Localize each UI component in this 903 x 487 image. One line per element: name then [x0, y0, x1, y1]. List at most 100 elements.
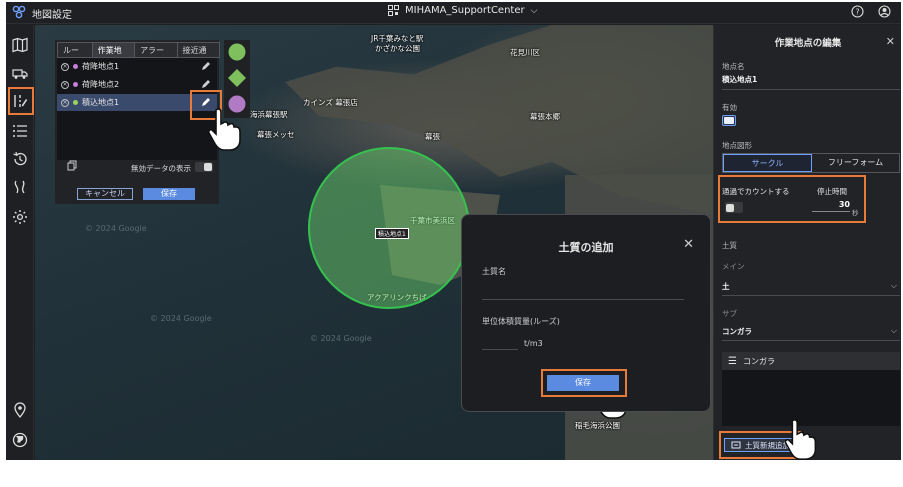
help-icon[interactable]: ? — [851, 5, 864, 18]
tab-work-points[interactable]: 作業地点 — [91, 42, 136, 71]
divider — [722, 89, 900, 90]
hand-pointer-icon — [207, 108, 241, 151]
point-color-dot — [73, 64, 78, 69]
shape-option-circle[interactable]: サークル — [723, 154, 812, 172]
tab-alert[interactable]: アラート — [134, 42, 178, 71]
svg-text:?: ? — [855, 8, 859, 17]
stop-time-unit: 秒 — [852, 209, 859, 217]
cancel-button[interactable]: キャンセル — [77, 188, 133, 200]
work-point-row[interactable]: × 荷降地点1 — [57, 58, 217, 75]
shape-selector: サークル フリーフォーム — [722, 153, 900, 173]
globe-icon[interactable] — [12, 432, 28, 448]
chevron-down-icon: ⌵ — [530, 5, 538, 16]
soil-label: 土質 — [722, 241, 737, 250]
work-point-marker-label[interactable]: 積込地点1 — [375, 228, 409, 239]
point-name-input[interactable]: 積込地点1 — [722, 74, 757, 85]
point-name-label: 地点名 — [722, 62, 745, 71]
enabled-toggle[interactable] — [722, 115, 736, 126]
close-icon[interactable]: ✕ — [683, 237, 694, 252]
location-pin-icon[interactable] — [12, 402, 28, 418]
map-watermark: © 2024 Google — [150, 314, 212, 323]
add-soil-dialog: 土質の追加 ✕ 土質名 単位体積質量(ルーズ) t/m3 保存 — [461, 214, 711, 412]
work-point-name: 荷降地点2 — [82, 80, 120, 89]
app-title: 地図設定 — [32, 10, 72, 21]
route-panel: ルート 作業地点 アラート 接近通知 × 荷降地点1 × 荷降地点2 × 積込地… — [55, 40, 220, 204]
copy-icon[interactable] — [67, 160, 77, 171]
density-input[interactable] — [482, 349, 518, 350]
app-logo-icon — [12, 5, 26, 19]
tab-approach-notice[interactable]: 接近通知 — [176, 42, 220, 71]
soil-list-item: コンガラ — [742, 356, 775, 366]
shape-label: 地点図形 — [722, 141, 752, 150]
map-label: 花見川区 — [510, 48, 540, 57]
count-toggle[interactable] — [725, 202, 743, 213]
chevron-down-icon: ⌵ — [890, 281, 897, 290]
history-icon[interactable] — [12, 151, 28, 167]
save-button[interactable]: 保存 — [143, 188, 195, 200]
shape-option-freeform[interactable]: フリーフォーム — [812, 154, 899, 172]
left-nav-rail — [6, 25, 34, 460]
map-label: カインズ 幕張店 — [303, 98, 358, 107]
divider — [722, 295, 900, 296]
sub-soil-label: サブ — [722, 309, 737, 318]
edit-work-point-panel: 作業地点の編集 ✕ 地点名 積込地点1 有効 地点図形 サークル フリーフォーム… — [713, 25, 901, 460]
density-unit: t/m3 — [524, 339, 543, 348]
dialog-save-button[interactable]: 保存 — [547, 375, 619, 391]
stop-time-input[interactable]: 30 — [812, 200, 850, 212]
truck-icon[interactable] — [12, 65, 28, 81]
map-label: 幕張 — [425, 132, 440, 141]
enabled-label: 有効 — [722, 103, 737, 112]
divider — [722, 340, 900, 341]
remove-icon[interactable]: × — [61, 98, 69, 107]
site-name: MIHAMA_SupportCenter — [405, 5, 525, 16]
hand-pointer-icon — [784, 419, 817, 460]
panel-title: 作業地点の編集 — [774, 38, 842, 49]
main-soil-select[interactable]: 土 — [722, 281, 730, 292]
map-label: 幕張本郷 — [530, 112, 560, 121]
account-icon[interactable] — [878, 5, 891, 18]
top-bar: 地図設定 MIHAMA_SupportCenter ⌵ ? — [6, 2, 901, 24]
tab-route[interactable]: ルート — [57, 42, 93, 71]
main-soil-label: メイン — [722, 262, 745, 271]
path-icon[interactable] — [12, 179, 28, 195]
show-invalid-label: 無効データの表示 — [131, 164, 191, 173]
close-icon[interactable]: ✕ — [886, 35, 895, 48]
remove-icon[interactable]: × — [61, 80, 69, 89]
map-label: かざかな公園 — [375, 44, 420, 53]
point-color-dot — [73, 82, 78, 87]
chevron-down-icon: ⌵ — [890, 326, 897, 335]
site-selector[interactable]: MIHAMA_SupportCenter ⌵ — [388, 5, 537, 16]
add-window-icon — [731, 441, 741, 449]
qr-code-icon — [388, 5, 399, 16]
route-panel-tabs: ルート 作業地点 アラート 接近通知 — [57, 42, 220, 71]
edit-pencil-icon[interactable] — [201, 61, 211, 71]
circle-shape-icon[interactable] — [227, 42, 247, 62]
remove-icon[interactable]: × — [61, 62, 69, 71]
dialog-title: 土質の追加 — [558, 241, 614, 254]
map-label: 幕張メッセ — [257, 130, 295, 139]
work-point-name: 積込地点1 — [82, 98, 120, 107]
edit-pencil-icon[interactable] — [201, 79, 211, 89]
settings-gear-icon[interactable] — [12, 209, 28, 225]
stop-time-label: 停止時間 — [817, 187, 847, 196]
menu-icon[interactable]: ☰ — [728, 356, 737, 367]
soil-list-header: ☰ コンガラ — [722, 352, 900, 370]
map-label: 稲毛海浜公園 — [575, 421, 620, 430]
list-icon[interactable] — [12, 123, 28, 139]
show-invalid-toggle[interactable] — [195, 162, 213, 172]
map-label: 海浜幕張駅 — [250, 110, 288, 119]
soil-name-label: 土質名 — [482, 267, 506, 276]
count-highlight — [718, 175, 866, 223]
route-edit-icon[interactable] — [12, 93, 28, 109]
sub-soil-select[interactable]: コンガラ — [722, 326, 752, 337]
soil-name-input[interactable] — [482, 299, 684, 300]
count-label: 通過でカウントする — [722, 187, 790, 196]
map-watermark: © 2024 Google — [85, 224, 147, 233]
map-watermark: © 2024 Google — [310, 334, 372, 343]
work-point-name: 荷降地点1 — [82, 62, 120, 71]
point-color-dot — [73, 100, 78, 105]
density-label: 単位体積質量(ルーズ) — [482, 317, 560, 326]
map-icon[interactable] — [12, 37, 28, 53]
app-window: 地図設定 MIHAMA_SupportCenter ⌵ ? JR千葉みなと駅 か… — [6, 2, 901, 460]
diamond-shape-icon[interactable] — [227, 68, 247, 88]
